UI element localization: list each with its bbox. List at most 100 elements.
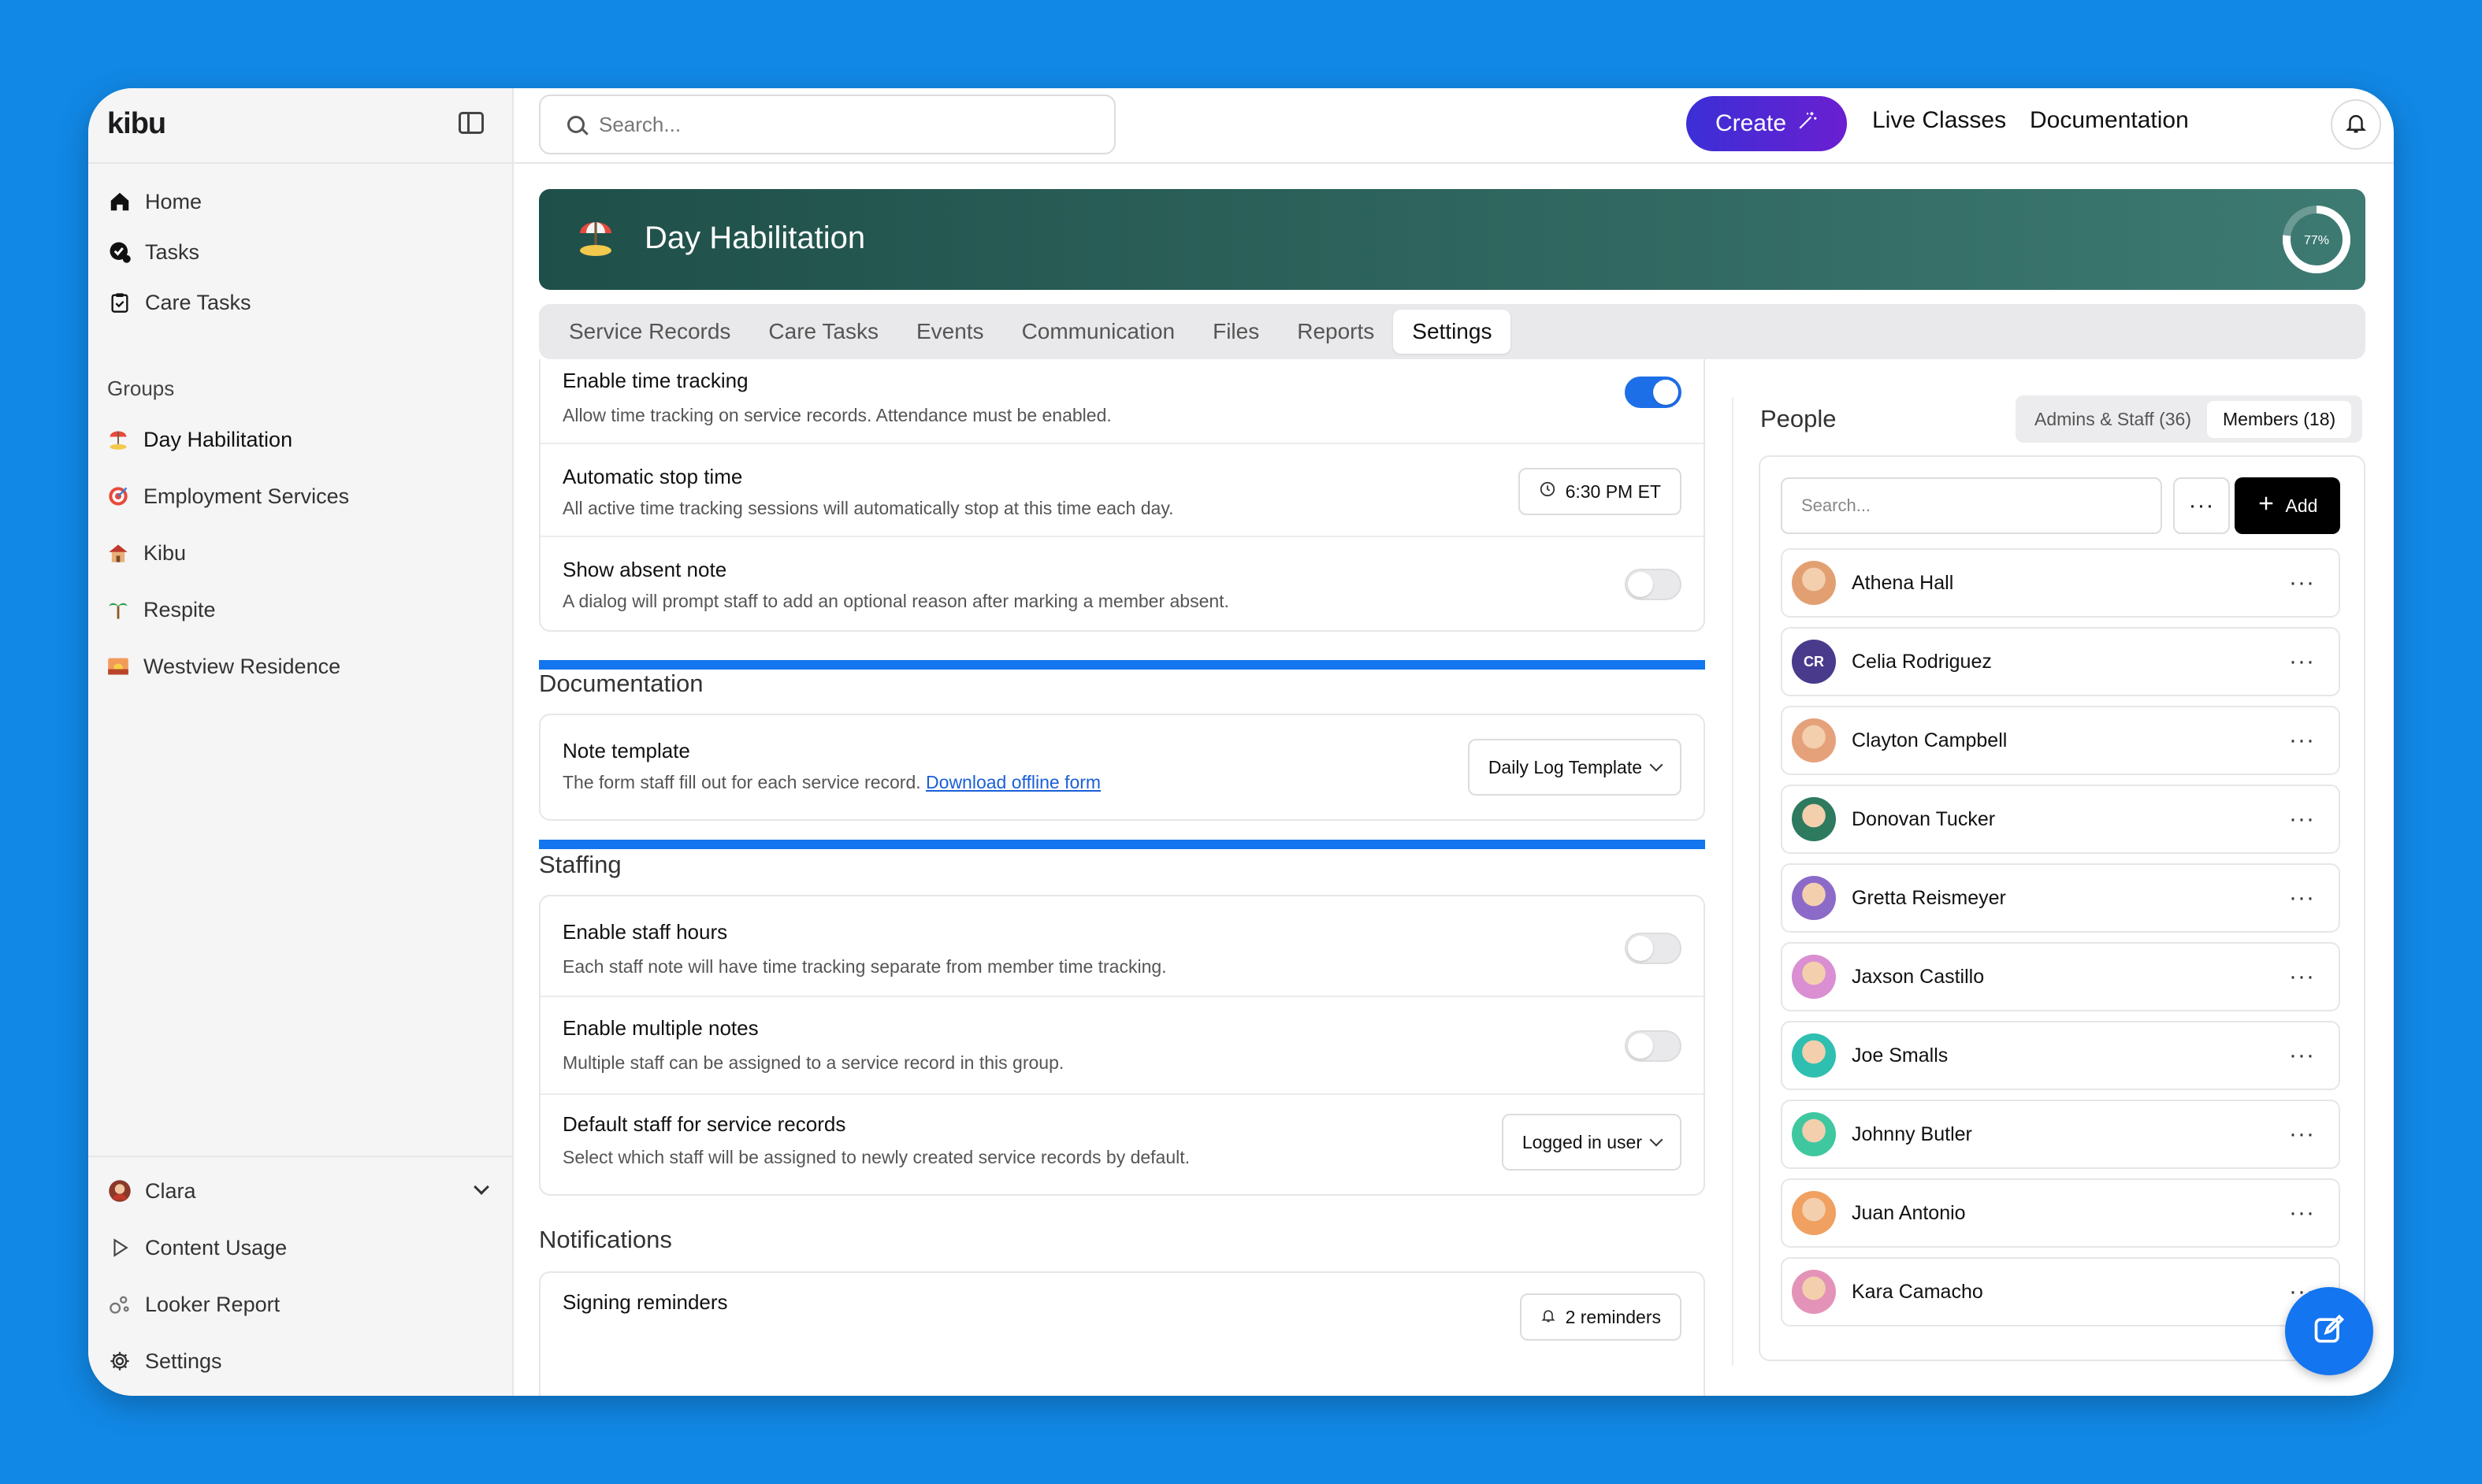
person-row[interactable]: Johnny Butler ··· <box>1781 1100 2340 1169</box>
sidebar-group-respite[interactable]: Respite <box>107 588 216 632</box>
compose-fab[interactable] <box>2285 1287 2373 1375</box>
live-classes-link[interactable]: Live Classes <box>1872 107 2006 134</box>
chevron-down-icon <box>1649 1133 1663 1147</box>
person-row[interactable]: Juan Antonio ··· <box>1781 1178 2340 1248</box>
person-row[interactable]: Donovan Tucker ··· <box>1781 785 2340 854</box>
tab-members[interactable]: Members (18) <box>2207 400 2352 438</box>
user-menu[interactable]: Clara <box>107 1169 495 1213</box>
more-horizontal-icon[interactable]: ··· <box>2289 806 2315 833</box>
setting-row-staff-hours: Enable staff hours Each staff note will … <box>541 896 1704 994</box>
tab-settings[interactable]: Settings <box>1393 310 1511 354</box>
sidebar-item-label: Home <box>145 189 202 213</box>
setting-title: Enable time tracking <box>563 369 749 392</box>
more-horizontal-icon[interactable]: ··· <box>2289 963 2315 990</box>
tasks-icon <box>107 239 132 265</box>
tab-reports[interactable]: Reports <box>1278 310 1393 354</box>
more-horizontal-icon[interactable]: ··· <box>2289 1121 2315 1148</box>
person-row[interactable]: Jaxson Castillo ··· <box>1781 942 2340 1011</box>
documentation-link[interactable]: Documentation <box>2030 107 2189 134</box>
sidebar-item-label: Looker Report <box>145 1292 281 1316</box>
sidebar-item-care-tasks[interactable]: Care Tasks <box>107 280 251 325</box>
sidebar: kibu Home Tasks Care Tasks Groups Day Ha… <box>88 88 514 1396</box>
multiple-notes-toggle[interactable] <box>1625 1030 1681 1062</box>
sidebar-group-day-habilitation[interactable]: Day Habilitation <box>107 417 292 462</box>
person-row[interactable]: Kara Camacho ··· <box>1781 1257 2340 1326</box>
add-member-button[interactable]: Add <box>2235 477 2340 534</box>
people-search-input[interactable]: Search... <box>1781 477 2162 534</box>
play-icon <box>107 1235 132 1260</box>
sidebar-group-label: Westview Residence <box>143 654 341 678</box>
tab-service-records[interactable]: Service Records <box>550 310 749 354</box>
beach-icon <box>107 429 129 451</box>
reminders-button[interactable]: 2 reminders <box>1519 1293 1681 1341</box>
person-row[interactable]: CR Celia Rodriguez ··· <box>1781 627 2340 696</box>
person-name: Juan Antonio <box>1852 1201 1966 1224</box>
more-horizontal-icon[interactable]: ··· <box>2289 1042 2315 1069</box>
person-avatar <box>1792 1270 1836 1314</box>
more-horizontal-icon[interactable]: ··· <box>2289 727 2315 754</box>
person-row[interactable]: Joe Smalls ··· <box>1781 1021 2340 1090</box>
person-row[interactable]: Gretta Reismeyer ··· <box>1781 863 2340 933</box>
settings-panel: Enable time tracking Allow time tracking… <box>539 359 1705 1396</box>
app-window: kibu Home Tasks Care Tasks Groups Day Ha… <box>88 88 2394 1396</box>
more-horizontal-icon[interactable]: ··· <box>2289 1200 2315 1226</box>
more-options-button[interactable]: ··· <box>2173 477 2230 534</box>
more-horizontal-icon[interactable]: ··· <box>2289 648 2315 675</box>
time-tracking-toggle[interactable] <box>1625 377 1681 408</box>
group-title: Day Habilitation <box>645 221 866 255</box>
sidebar-toggle-icon[interactable] <box>459 112 484 134</box>
person-avatar <box>1792 1191 1836 1235</box>
sidebar-item-tasks[interactable]: Tasks <box>107 230 199 274</box>
reminders-value: 2 reminders <box>1565 1306 1661 1327</box>
sidebar-item-looker-report[interactable]: Looker Report <box>107 1282 280 1326</box>
attendance-settings-card: Enable time tracking Allow time tracking… <box>539 359 1705 632</box>
stop-time-button[interactable]: 6:30 PM ET <box>1518 468 1681 515</box>
tab-communication[interactable]: Communication <box>1003 310 1195 354</box>
sidebar-group-employment-services[interactable]: Employment Services <box>107 474 349 518</box>
looker-icon <box>107 1292 132 1317</box>
global-search-input[interactable]: Search... <box>539 95 1116 154</box>
default-staff-value: Logged in user <box>1522 1131 1642 1152</box>
tab-care-tasks[interactable]: Care Tasks <box>749 310 897 354</box>
person-avatar: CR <box>1792 640 1836 684</box>
user-avatar <box>107 1178 132 1204</box>
edit-icon <box>2312 1312 2346 1351</box>
beach-icon <box>577 217 615 258</box>
setting-title: Show absent note <box>563 558 727 581</box>
sidebar-group-westview-residence[interactable]: Westview Residence <box>107 644 340 688</box>
notifications-button[interactable] <box>2331 99 2381 150</box>
person-row[interactable]: Athena Hall ··· <box>1781 548 2340 618</box>
absent-note-toggle[interactable] <box>1625 569 1681 600</box>
app-logo[interactable]: kibu <box>107 107 166 141</box>
person-avatar <box>1792 1112 1836 1156</box>
setting-row-time-tracking: Enable time tracking Allow time tracking… <box>541 359 1704 443</box>
person-name: Gretta Reismeyer <box>1852 886 2006 909</box>
create-button[interactable]: Create <box>1686 96 1847 151</box>
tab-admins-staff[interactable]: Admins & Staff (36) <box>2019 401 2207 438</box>
person-avatar <box>1792 955 1836 999</box>
person-name: Jaxson Castillo <box>1852 965 1985 988</box>
default-staff-dropdown[interactable]: Logged in user <box>1501 1114 1681 1171</box>
people-panel: Search... ··· Add Athena Hall ··· CR Celia … <box>1759 455 2365 1361</box>
staff-hours-toggle[interactable] <box>1625 933 1681 964</box>
sidebar-item-label: Care Tasks <box>145 290 251 314</box>
completion-progress-ring: 77% <box>2280 203 2353 276</box>
tab-files[interactable]: Files <box>1194 310 1278 354</box>
chevron-down-icon[interactable] <box>474 1179 489 1195</box>
sidebar-item-settings[interactable]: Settings <box>107 1339 222 1383</box>
create-label: Create <box>1715 110 1787 136</box>
more-horizontal-icon[interactable]: ··· <box>2289 885 2315 911</box>
sidebar-group-label: Employment Services <box>143 484 350 508</box>
gear-icon <box>107 1349 132 1374</box>
person-avatar <box>1792 718 1836 762</box>
plus-icon <box>2257 495 2275 517</box>
sunset-icon <box>107 655 129 677</box>
sidebar-item-content-usage[interactable]: Content Usage <box>107 1226 287 1270</box>
sidebar-item-home[interactable]: Home <box>107 180 202 224</box>
sidebar-group-kibu[interactable]: Kibu <box>107 531 186 575</box>
bell-icon <box>2344 111 2368 139</box>
user-name: Clara <box>145 1178 196 1203</box>
person-row[interactable]: Clayton Campbell ··· <box>1781 706 2340 775</box>
tab-events[interactable]: Events <box>897 310 1003 354</box>
more-horizontal-icon[interactable]: ··· <box>2289 569 2315 596</box>
